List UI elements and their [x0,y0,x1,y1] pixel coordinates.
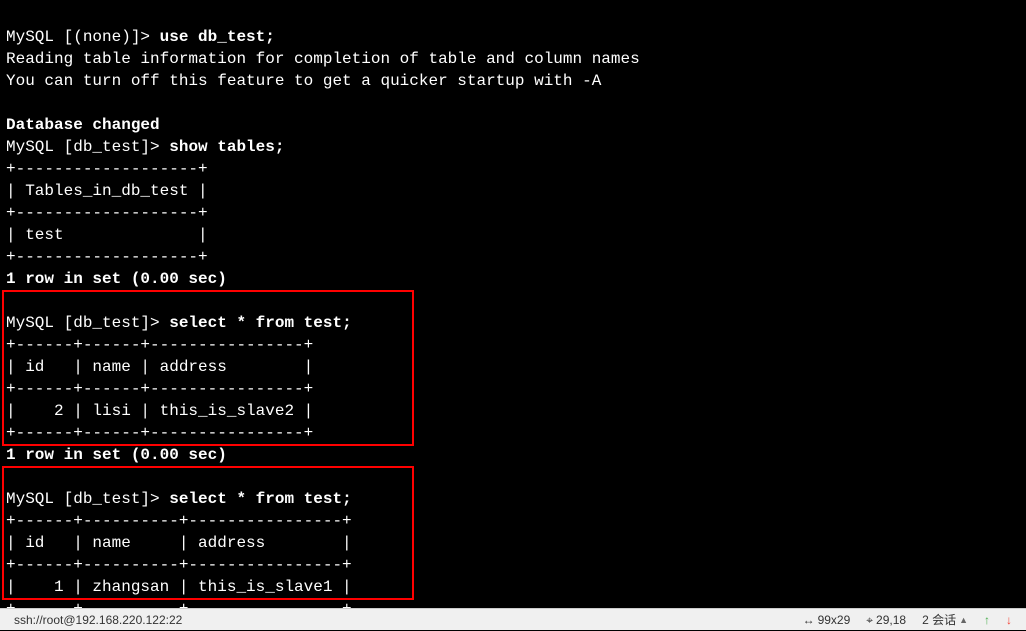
table-border: +------+----------+----------------+ [6,556,352,574]
status-cursor-pos: ⌖ 29,18 [858,609,914,631]
status-connection: ssh://root@192.168.220.122:22 [6,609,190,631]
table-border: +------+------+----------------+ [6,424,313,442]
table-header: | id | name | address | [6,358,313,376]
table-row: | 2 | lisi | this_is_slave2 | [6,402,313,420]
cmd-select: select * from test; [169,314,351,332]
prompt: MySQL [db_test]> [6,314,160,332]
info-line: Reading table information for completion… [6,50,640,68]
table-border: +------+----------+----------------+ [6,512,352,530]
table-border: +-------------------+ [6,160,208,178]
table-border: +-------------------+ [6,204,208,222]
prompt: MySQL [db_test]> [6,138,160,156]
cmd-show-tables: show tables; [169,138,284,156]
status-download[interactable]: ↓ [998,609,1020,631]
db-changed: Database changed [6,116,160,134]
status-sessions[interactable]: 2 会话 ▲ [914,609,976,631]
info-line: You can turn off this feature to get a q… [6,72,601,90]
row-count: 1 row in set (0.00 sec) [6,270,227,288]
status-term-size: ↔ 99x29 [795,609,859,631]
table-border: +-------------------+ [6,248,208,266]
table-header: | id | name | address | [6,534,352,552]
dropdown-icon: ▲ [959,609,968,631]
prompt: MySQL [db_test]> [6,490,160,508]
terminal-output[interactable]: MySQL [(none)]> use db_test; Reading tab… [0,0,1026,624]
row-count: 1 row in set (0.00 sec) [6,446,227,464]
cursor-icon: ⌖ [866,609,873,631]
table-header: | Tables_in_db_test | [6,182,208,200]
table-border: +------+------+----------------+ [6,380,313,398]
resize-icon: ↔ [803,609,815,631]
cmd-select: select * from test; [169,490,351,508]
table-row: | test | [6,226,208,244]
prompt: MySQL [(none)]> [6,28,150,46]
arrow-down-icon: ↓ [1006,609,1012,631]
table-border: +------+------+----------------+ [6,336,313,354]
status-bar: ssh://root@192.168.220.122:22 ↔ 99x29 ⌖ … [0,608,1026,630]
status-upload[interactable]: ↑ [976,609,998,631]
cmd-use: use db_test; [160,28,275,46]
table-row: | 1 | zhangsan | this_is_slave1 | [6,578,352,596]
arrow-up-icon: ↑ [984,609,990,631]
